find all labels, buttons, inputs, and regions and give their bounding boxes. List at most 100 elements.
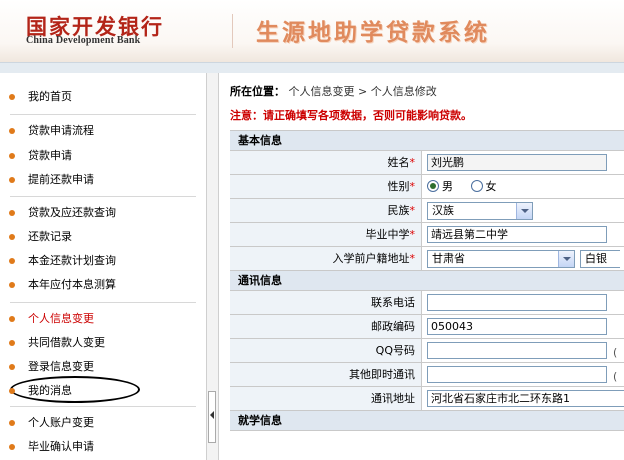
form-row-im: 其他即时通讯 ( [230, 363, 624, 387]
required-mark: * [409, 156, 416, 169]
sidebar-item-label: 我的首页 [28, 90, 72, 103]
sidebar-item-label: 个人信息变更 [28, 312, 94, 325]
gender-female-label: 女 [485, 180, 497, 193]
qq-field[interactable] [427, 342, 607, 359]
sidebar-item-label: 我的消息 [28, 384, 72, 397]
form-row-qq: QQ号码 ( [230, 339, 624, 363]
sidebar-item-loan-process[interactable]: 贷款申请流程 [9, 123, 94, 139]
name-field[interactable]: 刘光鹏 [427, 154, 607, 171]
bullet-icon [9, 94, 15, 100]
sidebar-item-repay-plan[interactable]: 本金还款计划查询 [9, 253, 116, 269]
required-mark: * [409, 204, 416, 217]
divider [10, 302, 196, 303]
sidebar-item-login-info[interactable]: 登录信息变更 [9, 359, 94, 375]
header-divider [232, 14, 233, 48]
sidebar-item-co-borrower[interactable]: 共同借款人变更 [9, 335, 105, 351]
form-row-hukou: 入学前户籍地址* 甘肃省 白银 [230, 247, 624, 271]
school-field[interactable]: 靖远县第二中学 [427, 226, 607, 243]
name-label: 姓名 [387, 156, 410, 169]
divider [10, 114, 196, 115]
sidebar-item-label: 贷款申请流程 [28, 124, 94, 137]
radio-checked-icon [427, 180, 439, 192]
city-value: 白银 [585, 252, 607, 265]
required-mark: * [409, 180, 416, 193]
sidebar-item-label: 贷款及应还款查询 [28, 206, 116, 219]
arrow-left-icon [210, 411, 214, 419]
required-mark: * [409, 252, 416, 265]
sidebar-item-label: 毕业确认申请 [28, 440, 94, 453]
sidebar-item-label: 登录信息变更 [28, 360, 94, 373]
sidebar: 我的首页 贷款申请流程 贷款申请 提前还款申请 贷款及应还款查询 还款记录 本金… [0, 73, 206, 460]
phone-field[interactable] [427, 294, 607, 311]
sidebar-item-interest-calc[interactable]: 本年应付本息测算 [9, 277, 116, 293]
form-row-gender: 性别* 男 女 [230, 175, 624, 199]
gender-male-radio[interactable]: 男 [427, 178, 453, 195]
postcode-label: 邮政编码 [371, 320, 415, 333]
section-contact-info: 通讯信息 [230, 271, 624, 291]
sidebar-item-label: 本金还款计划查询 [28, 254, 116, 267]
im-label: 其他即时通讯 [349, 368, 415, 381]
sidebar-item-home[interactable]: 我的首页 [9, 89, 72, 105]
postcode-field[interactable]: 050043 [427, 318, 607, 335]
divider [10, 406, 196, 407]
ethnicity-label: 民族 [387, 204, 410, 217]
breadcrumb: 所在位置： 个人信息变更 > 个人信息修改 [230, 83, 437, 99]
sidebar-item-repay-records[interactable]: 还款记录 [9, 229, 72, 245]
sidebar-item-label: 个人账户变更 [28, 416, 94, 429]
sidebar-item-early-repay[interactable]: 提前还款申请 [9, 172, 94, 188]
sidebar-item-label: 还款记录 [28, 230, 72, 243]
chevron-down-icon [516, 203, 532, 219]
address-field[interactable]: 河北省石家庄市北二环东路1 [427, 390, 624, 407]
bullet-icon [9, 128, 15, 134]
sidebar-item-loan-query[interactable]: 贷款及应还款查询 [9, 205, 116, 221]
sidebar-item-graduation[interactable]: 毕业确认申请 [9, 439, 94, 455]
form-row-postcode: 邮政编码 050043 [230, 315, 624, 339]
sidebar-item-label: 贷款申请 [28, 149, 72, 162]
sidebar-item-loan-apply[interactable]: 贷款申请 [9, 148, 72, 164]
bullet-icon [9, 177, 15, 183]
sidebar-item-label: 提前还款申请 [28, 173, 94, 186]
bullet-icon [9, 258, 15, 264]
header-bar [0, 62, 624, 73]
sidebar-item-label: 本年应付本息测算 [28, 278, 116, 291]
header: 国家开发银行 China Development Bank 生源地助学贷款系统 [0, 0, 624, 62]
bullet-icon [9, 210, 15, 216]
sidebar-item-account-change[interactable]: 个人账户变更 [9, 415, 94, 431]
breadcrumb-prefix: 所在位置： [230, 85, 285, 98]
sidebar-item-label: 共同借款人变更 [28, 336, 105, 349]
form-row-phone: 联系电话 [230, 291, 624, 315]
radio-unchecked-icon [470, 180, 483, 192]
form-row-address: 通讯地址 河北省石家庄市北二环东路1 [230, 387, 624, 411]
ethnicity-select[interactable]: 汉族 [427, 202, 533, 220]
warning-message: 注意：请正确填写各项数据，否则可能影响贷款。 [230, 109, 472, 122]
collapse-sidebar-button[interactable] [208, 391, 216, 443]
form-row-ethnicity: 民族* 汉族 [230, 199, 624, 223]
school-label: 毕业中学 [365, 228, 410, 241]
bullet-icon [9, 340, 15, 346]
section-study-info: 就学信息 [230, 411, 624, 431]
gender-label: 性别 [387, 180, 410, 193]
province-select[interactable]: 甘肃省 [427, 250, 575, 268]
sidebar-item-messages[interactable]: 我的消息 [9, 383, 72, 399]
personal-info-form: 基本信息 姓名* 刘光鹏 性别* 男 女 民族* 汉族 毕业中学* 靖远县第二中… [230, 130, 624, 431]
form-row-school: 毕业中学* 靖远县第二中学 [230, 223, 624, 247]
bullet-icon [9, 234, 15, 240]
sidebar-item-personal-info[interactable]: 个人信息变更 [9, 311, 94, 327]
gender-male-label: 男 [442, 180, 453, 193]
system-title: 生源地助学贷款系统 [256, 20, 490, 46]
im-field[interactable] [427, 366, 607, 383]
city-select[interactable]: 白银 [580, 250, 620, 268]
qq-label: QQ号码 [375, 344, 415, 357]
breadcrumb-path: 个人信息变更 > 个人信息修改 [288, 85, 437, 98]
gender-female-radio[interactable]: 女 [470, 178, 497, 195]
required-mark: * [409, 228, 416, 241]
main-content: 所在位置： 个人信息变更 > 个人信息修改 注意：请正确填写各项数据，否则可能影… [218, 73, 624, 460]
bullet-icon [9, 153, 15, 159]
bullet-icon [9, 316, 15, 322]
form-row-name: 姓名* 刘光鹏 [230, 151, 624, 175]
bullet-icon [9, 420, 15, 426]
chevron-down-icon [558, 251, 574, 267]
section-basic-info: 基本信息 [230, 131, 624, 151]
bank-logo-english: China Development Bank [26, 35, 141, 46]
hukou-label: 入学前户籍地址 [332, 252, 410, 265]
